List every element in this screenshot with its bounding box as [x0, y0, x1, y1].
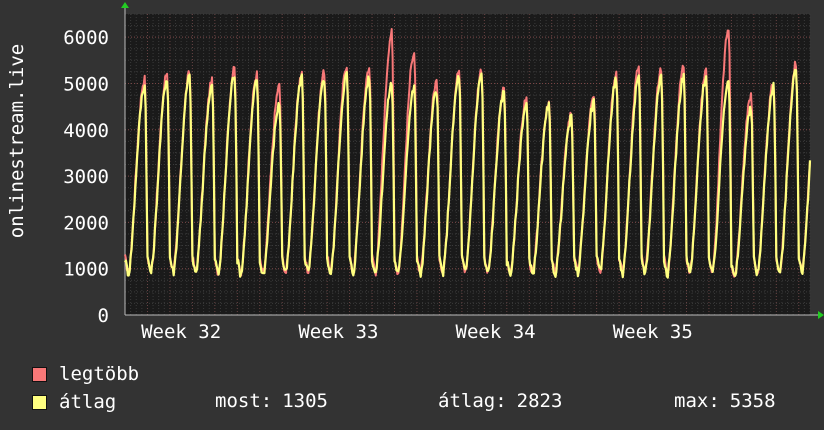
legend-swatch-legtobb: [32, 366, 47, 382]
y-tick-label: 0: [98, 305, 109, 327]
legend-swatch-atlag: [32, 394, 47, 410]
y-tick-label: 5000: [63, 73, 109, 95]
x-tick-label: Week 33: [298, 321, 378, 343]
y-axis-arrow: [121, 2, 129, 8]
legend-item-atlag: átlag: [32, 390, 116, 414]
stat-most-label: most:: [215, 390, 273, 412]
x-tick-label: Week 34: [456, 321, 536, 343]
stat-max: max: 5358: [674, 390, 776, 412]
y-tick-label: 2000: [63, 212, 109, 234]
x-tick-label: Week 32: [141, 321, 221, 343]
stat-most: most: 1305: [215, 390, 328, 412]
y-tick-label: 4000: [63, 120, 109, 142]
stat-atlag: átlag: 2823: [438, 390, 562, 412]
x-axis-arrow: [818, 311, 824, 319]
line-chart: 0 1000 2000 3000 4000 5000 6000 Week 32 Week 33 W…: [63, 2, 824, 343]
y-tick-label: 6000: [63, 27, 109, 49]
x-tick-label: Week 35: [613, 321, 693, 343]
legend-label-legtobb: legtöbb: [59, 363, 140, 385]
stat-atlag-value: 2823: [516, 390, 563, 412]
rrd-graph: 0 1000 2000 3000 4000 5000 6000 Week 32 Week 33 W…: [0, 0, 824, 430]
y-tick-label: 3000: [63, 166, 109, 188]
legend-label-atlag: átlag: [59, 391, 117, 413]
stat-most-value: 1305: [282, 390, 328, 412]
stat-atlag-label: átlag:: [438, 390, 507, 412]
legend-item-legtobb: legtöbb: [32, 362, 139, 386]
y-axis-label: onlinestream.live: [6, 43, 29, 239]
stat-max-label: max:: [674, 390, 720, 412]
y-tick-label: 1000: [63, 259, 109, 281]
stat-max-value: 5358: [729, 390, 776, 412]
